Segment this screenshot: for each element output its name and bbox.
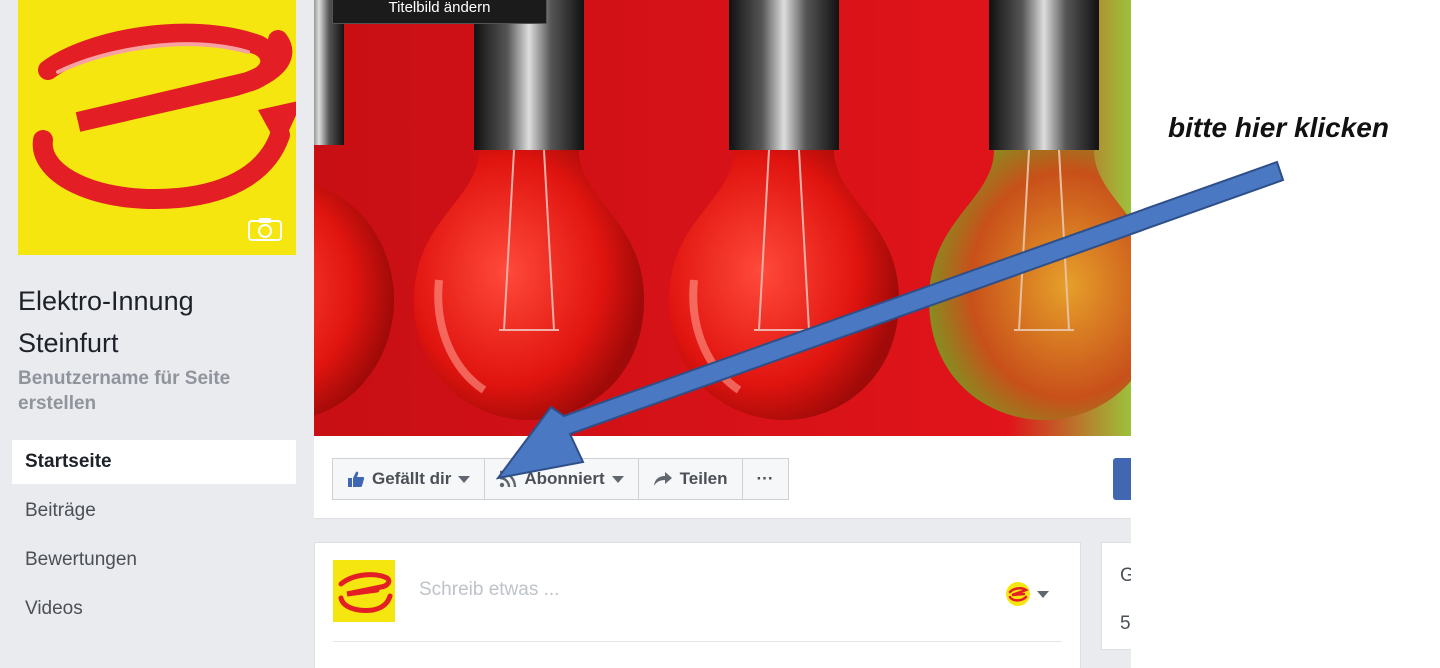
thumbs-up-icon xyxy=(348,471,365,487)
change-cover-button[interactable]: Titelbild ändern xyxy=(332,0,547,24)
share-label: Teilen xyxy=(679,469,728,488)
chevron-down-icon xyxy=(611,475,624,483)
follow-button[interactable]: Abonniert xyxy=(484,458,639,500)
right-box-line1: G xyxy=(1120,565,1131,586)
page-title-line2: Steinfurt xyxy=(18,328,119,358)
post-input[interactable]: Schreib etwas ... xyxy=(419,579,559,601)
share-arrow-icon xyxy=(653,472,672,486)
profile-picture[interactable] xyxy=(18,0,296,255)
share-button[interactable]: Teilen xyxy=(637,458,743,500)
follow-label: Abonniert xyxy=(524,469,605,488)
create-username-line2: erstellen xyxy=(18,393,97,414)
annotation-text: bitte hier klicken xyxy=(1168,112,1389,143)
page-title[interactable]: Elektro-Innung Steinfurt xyxy=(18,280,298,364)
page-title-line1: Elektro-Innung xyxy=(18,286,194,316)
post-composer: Schreib etwas ... xyxy=(314,542,1081,668)
page-action-bar: Gefällt dir Abonniert Teilen ··· xyxy=(314,436,1131,519)
more-button[interactable]: ··· xyxy=(741,458,789,500)
divider xyxy=(333,641,1062,642)
rss-icon xyxy=(500,470,517,488)
like-button[interactable]: Gefällt dir xyxy=(332,458,486,500)
action-button-group: Gefällt dir Abonniert Teilen ··· xyxy=(332,458,789,500)
page-avatar xyxy=(333,560,395,622)
right-sidebar-box: G 5 xyxy=(1101,542,1131,650)
left-column: Elektro-Innung Steinfurt Benutzername fü… xyxy=(0,0,312,668)
primary-action-button[interactable] xyxy=(1113,458,1131,500)
e-logo-icon xyxy=(338,572,393,613)
page-avatar-icon xyxy=(1006,582,1030,606)
chevron-down-icon xyxy=(458,475,471,483)
more-icon: ··· xyxy=(756,469,774,488)
facebook-page: Elektro-Innung Steinfurt Benutzername fü… xyxy=(0,0,1131,668)
nav-item-beitraege[interactable]: Beiträge xyxy=(12,489,296,533)
create-username-line1: Benutzername für Seite xyxy=(18,368,231,389)
light-bulbs-image xyxy=(314,0,1131,436)
create-username-link[interactable]: Benutzername für Seite erstellen xyxy=(18,366,298,416)
cover-photo[interactable] xyxy=(314,0,1131,436)
chevron-down-icon xyxy=(1037,590,1049,598)
camera-icon[interactable] xyxy=(248,217,282,241)
nav-item-startseite[interactable]: Startseite xyxy=(12,440,296,484)
like-label: Gefällt dir xyxy=(372,469,452,488)
nav-item-bewertungen[interactable]: Bewertungen xyxy=(12,538,296,582)
right-box-line2: 5 xyxy=(1120,613,1131,634)
page-navigation: Startseite Beiträge Bewertungen Videos xyxy=(12,440,296,636)
post-as-selector[interactable] xyxy=(1005,581,1049,607)
nav-item-videos[interactable]: Videos xyxy=(12,587,296,631)
